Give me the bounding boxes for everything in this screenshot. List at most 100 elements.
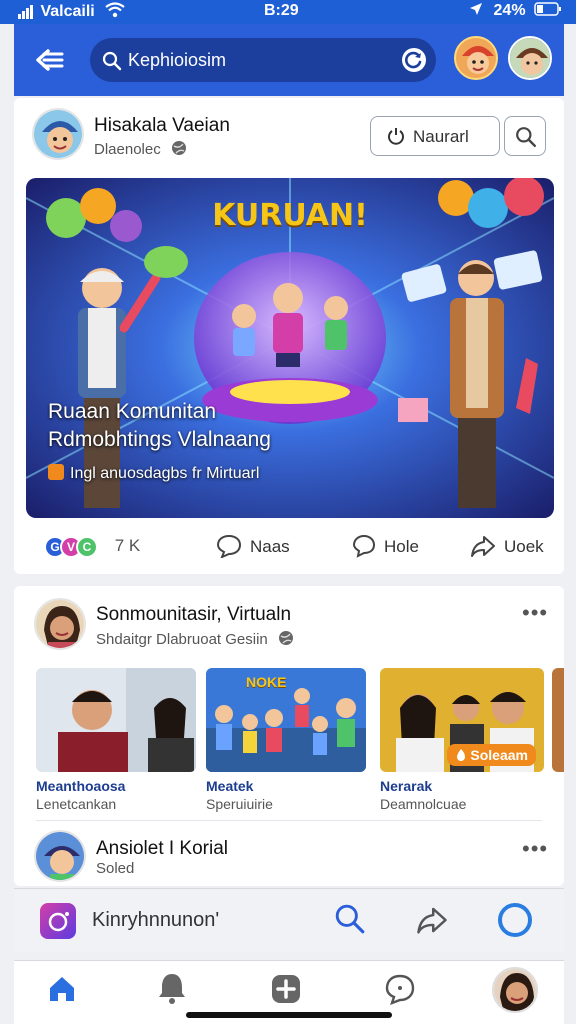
avatar-image (36, 600, 84, 648)
post-subtitle: Soled (96, 860, 135, 877)
back-button[interactable] (32, 42, 68, 78)
badge-label: Soleaam (470, 747, 528, 763)
reactions[interactable]: GVC 7 K (44, 536, 140, 558)
camera-button[interactable] (40, 903, 76, 939)
follow-button[interactable]: Naurarl (370, 116, 500, 156)
share-icon (417, 907, 447, 934)
care-reaction-icon: C (76, 536, 98, 558)
search-icon (102, 51, 122, 71)
tab-home[interactable] (46, 973, 82, 1009)
avatar-image (456, 38, 496, 78)
composer-bar: Kinryhnnunon' (14, 888, 564, 952)
clock: B:29 (264, 2, 299, 19)
comment-label: Naas (250, 537, 290, 556)
banner-headline-2: Rdmobhtings Vlalnaang (48, 428, 271, 451)
comment-button[interactable]: Naas (216, 534, 290, 559)
globe-icon (171, 141, 186, 155)
carrier-name: Valcaili (40, 3, 95, 20)
thumbnail-title: Nerarak (380, 778, 433, 794)
battery-icon (534, 2, 561, 16)
thumbnail-title: Meatek (206, 778, 254, 794)
post-subtitle: Dlaenolec (94, 141, 161, 158)
share-label: Uoek (504, 537, 544, 556)
battery-status: 24% (469, 2, 562, 20)
tab-create[interactable] (270, 973, 306, 1009)
comment-icon (216, 534, 242, 559)
share-icon (471, 536, 495, 557)
home-icon (50, 977, 74, 1001)
power-icon (388, 128, 404, 145)
clear-search-button[interactable] (402, 48, 426, 72)
status-bar: Valcaili B:29 24% (0, 0, 576, 24)
follow-label: Naurarl (413, 127, 469, 146)
post-meta: Dlaenolec (94, 140, 187, 158)
share-button[interactable]: Uoek (470, 534, 544, 558)
search-icon (516, 127, 537, 148)
plus-icon (272, 975, 300, 1003)
reply-button[interactable]: Hole (352, 534, 419, 558)
post-meta: Shdaitgr Dlabruoat Gesiin (96, 630, 294, 648)
divider (36, 820, 542, 821)
author-avatar[interactable] (34, 598, 86, 650)
tab-profile[interactable] (492, 967, 538, 1013)
reply-label: Hole (384, 537, 419, 556)
checkbox-icon (48, 464, 64, 480)
carrier-label: Valcaili (18, 2, 125, 21)
thumbnail-partial[interactable] (552, 668, 564, 772)
avatar-image (36, 832, 84, 880)
author-name[interactable]: Ansiolet I Korial (96, 838, 228, 860)
location-icon (470, 3, 483, 15)
thumbnail-title: Meanthoaosa (36, 778, 126, 794)
thumbnail-subtitle: Speruiuirie (206, 796, 273, 812)
thumbnail-subtitle: Lenetcankan (36, 796, 117, 812)
search-icon (335, 904, 365, 934)
banner-headline-1: Ruaan Komunitan (48, 400, 217, 423)
signal-icon (18, 4, 36, 19)
tab-messages[interactable] (384, 973, 420, 1009)
avatar-image (510, 38, 550, 78)
wifi-icon (105, 2, 125, 18)
camera-icon (48, 912, 69, 932)
post-banner-image[interactable]: KURUAN! Ruaan Komunitan Rdmobhtings Vlal… (26, 178, 554, 518)
post-actions: GVC 7 K Naas Hole Uoek (14, 526, 564, 570)
author-name[interactable]: Hisakala Vaeian (94, 115, 230, 137)
composer-search-button[interactable] (334, 903, 370, 939)
back-arrow-icon (36, 49, 64, 71)
more-options-icon[interactable]: ••• (522, 836, 548, 862)
more-options-icon[interactable]: ••• (522, 600, 548, 626)
globe-icon (278, 631, 293, 645)
thumbnail-badge: NOKE (246, 674, 287, 690)
app-bar: Kephioiosim (14, 24, 564, 96)
author-avatar[interactable] (32, 108, 84, 160)
post-search-button[interactable] (504, 116, 546, 156)
video-thumbnail[interactable] (36, 668, 196, 772)
message-icon (385, 974, 415, 1006)
banner-tagline: Ingl anuosdagbs fr Mirtuarl (48, 464, 259, 483)
banner-title: KURUAN! (212, 198, 368, 233)
bell-icon (159, 974, 185, 1004)
tab-notifications[interactable] (156, 971, 192, 1009)
avatar-image (494, 969, 536, 1011)
post-card: Sonmounitasir, Virtualn Shdaitgr Dlabruo… (14, 586, 564, 886)
avatar-friend-1[interactable] (454, 36, 498, 80)
post-card: Hisakala Vaeian Dlaenolec Naurarl KURUAN… (14, 98, 564, 574)
avatar-image (34, 110, 82, 158)
record-button[interactable] (498, 903, 532, 937)
search-input[interactable]: Kephioiosim (128, 50, 226, 71)
post-subtitle: Shdaitgr Dlabruoat Gesiin (96, 631, 268, 648)
thumbnail-badge: Soleaam (447, 744, 536, 766)
composer-input[interactable]: Kinryhnnunon' (92, 909, 219, 932)
composer-share-button[interactable] (416, 905, 450, 939)
search-bar[interactable]: Kephioiosim (90, 38, 436, 82)
thumbnail-image (36, 668, 196, 772)
author-avatar[interactable] (34, 830, 86, 882)
battery-percent: 24% (493, 2, 526, 19)
banner-tagline-text: Ingl anuosdagbs fr Mirtuarl (70, 465, 260, 482)
fire-icon (457, 749, 466, 761)
avatar-friend-2[interactable] (508, 36, 552, 80)
home-indicator (186, 1012, 392, 1018)
author-name[interactable]: Sonmounitasir, Virtualn (96, 604, 291, 626)
video-thumbnail[interactable]: Soleaam (380, 668, 544, 772)
refresh-icon (405, 51, 422, 69)
video-thumbnail[interactable]: NOKE (206, 668, 366, 772)
